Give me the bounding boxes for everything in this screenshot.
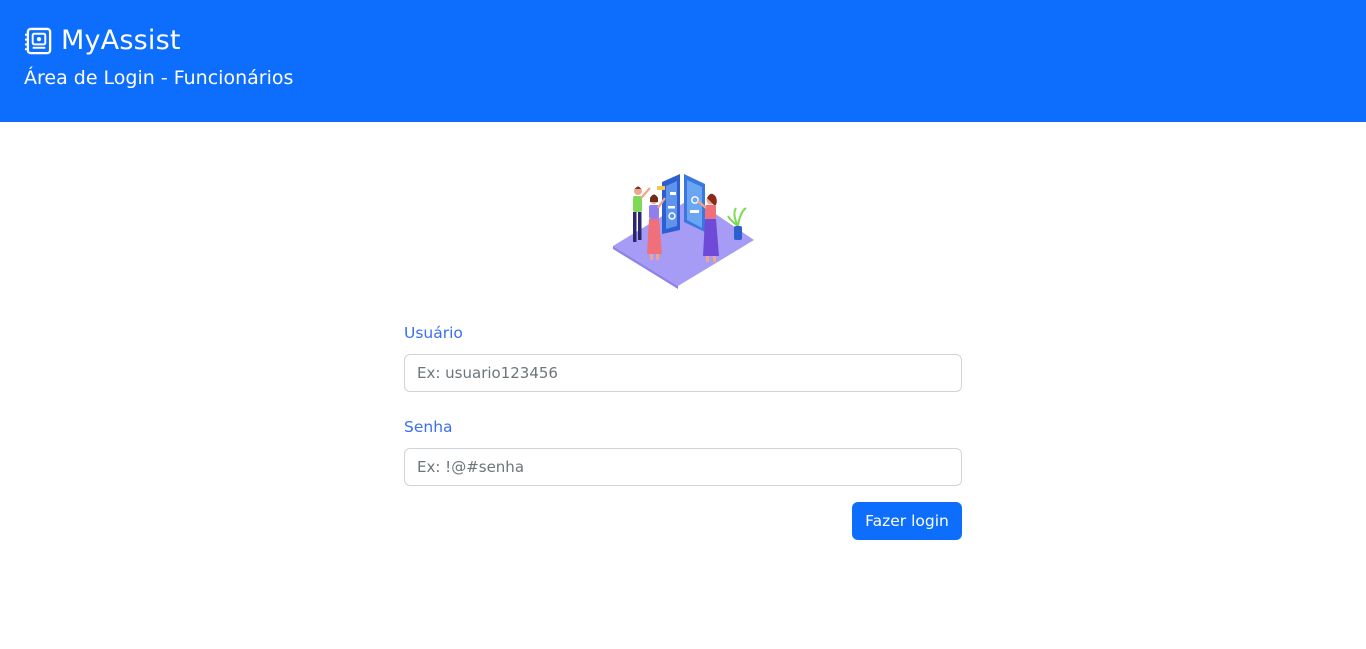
username-label: Usuário	[404, 324, 463, 342]
app-name: MyAssist	[61, 25, 181, 56]
actions-row: Fazer login	[404, 502, 962, 540]
team-collaboration-illustration	[613, 174, 754, 289]
login-button[interactable]: Fazer login	[852, 502, 962, 540]
username-input[interactable]	[404, 354, 962, 392]
page-subtitle: Área de Login - Funcionários	[24, 67, 294, 89]
app-header: MyAssist Área de Login - Funcionários	[0, 0, 1366, 122]
brand: MyAssist	[24, 24, 181, 58]
assistant-document-icon	[24, 27, 52, 54]
password-label: Senha	[404, 418, 453, 436]
password-input[interactable]	[404, 448, 962, 486]
login-form: Usuário Senha Fazer login	[404, 320, 962, 540]
